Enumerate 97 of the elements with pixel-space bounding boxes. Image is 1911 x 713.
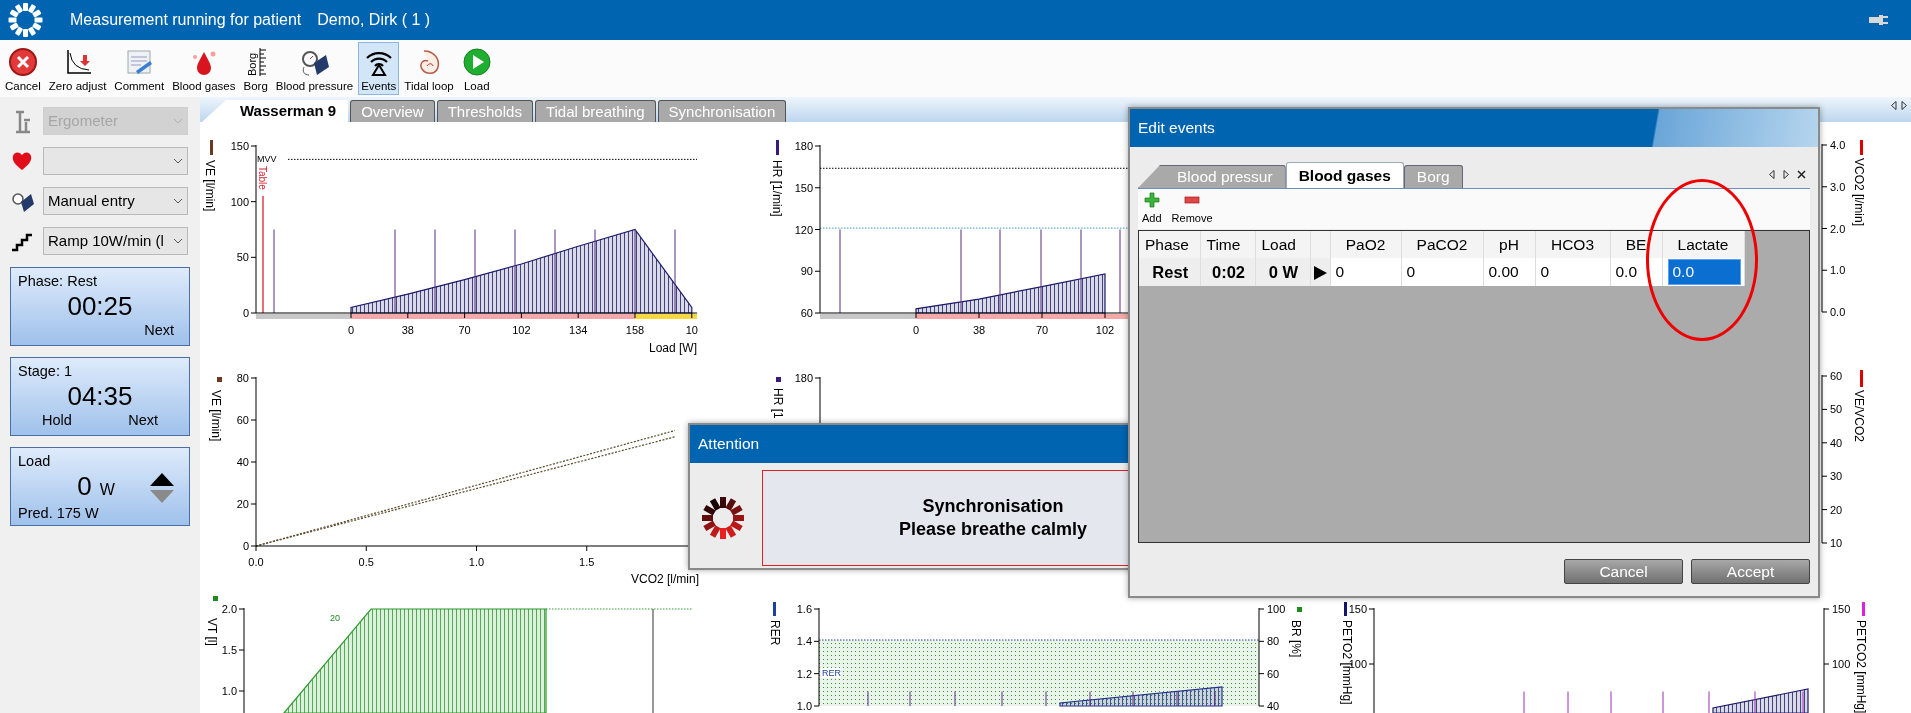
table-cell: 0:02 (1200, 258, 1255, 286)
message-heading: Synchronisation (922, 494, 1064, 518)
axis-tick-label: 150 (794, 181, 813, 194)
axis-tick-label: 150 (1832, 603, 1851, 615)
axis-title: VE [l/min] (203, 160, 217, 212)
axis-tick-label: 50 (236, 251, 249, 264)
axis-tick-label: 1.5 (221, 644, 237, 656)
axis-tick-label: 20 (1830, 503, 1843, 516)
axis-tick-label: 38 (401, 324, 414, 336)
column-header: Time (1200, 231, 1255, 258)
axis-tick-label: 100 (1832, 658, 1851, 670)
timer-value: 04:35 (66, 382, 134, 411)
dialog-title: Edit events (1130, 109, 1818, 147)
axis-tick-label: 20 (236, 498, 249, 510)
table-cell: 0 W (1255, 258, 1310, 286)
axis-tick-label: 1.0 (221, 685, 237, 697)
axis-tick-label: 0 (347, 324, 355, 336)
column-header: BE (1610, 231, 1662, 258)
line-label: MVV (257, 154, 277, 165)
axis-tick-label: 80 (236, 372, 249, 384)
axis-tick-label: 0 (242, 540, 249, 552)
column-header: Lactate (1662, 231, 1744, 258)
axis-title: VE [l/min] (209, 390, 223, 442)
axis-tick-label: 2.0 (1830, 222, 1846, 235)
axis-tick-label: 90 (800, 265, 813, 278)
axis-tick-label: 40 (1267, 700, 1280, 712)
timer-value: 00:25 (66, 292, 134, 321)
axis-tick-label: 100 (230, 195, 249, 208)
table-cell: Rest (1139, 258, 1200, 286)
axis-tick-label: 10 (1830, 537, 1843, 549)
message-text: Please breathe calmly (898, 518, 1088, 541)
axis-title: VCO2 [l/min] (1852, 158, 1866, 226)
axis-tick-label: 1.5 (579, 556, 595, 568)
axis-title: HR [1/min] (770, 160, 784, 217)
column-header: Load (1255, 231, 1310, 258)
axis-title: RER (770, 620, 782, 646)
axis-tick-label: 60 (1830, 370, 1843, 382)
axis-tick-label: 102 (512, 324, 531, 336)
axis-tick-label: 102 (1095, 324, 1115, 336)
axis-tick-label: 70 (458, 324, 471, 336)
axis-title: VT [l] (205, 618, 219, 646)
axis-tick-label: 158 (625, 324, 645, 336)
axis-title: VE/VCO2 (1852, 390, 1866, 443)
axis-tick-label: 60 (236, 414, 249, 426)
axis-tick-label: 60 (1267, 667, 1280, 680)
axis-tick-label: 3.0 (1830, 180, 1846, 193)
axis-tick-label: 1.0 (1830, 264, 1846, 277)
axis-tick-label: 0.0 (1830, 306, 1846, 318)
axis-tick-label: 40 (236, 456, 249, 468)
axis-tick-label: 50 (1830, 403, 1843, 416)
column-header: Phase (1139, 231, 1200, 258)
axis-tick-label: 150 (1348, 603, 1367, 615)
patient-name: Demo, Dirk ( 1 ) (317, 10, 431, 30)
timer-title: Phase: Rest (18, 272, 98, 291)
unit-label: W (99, 480, 115, 501)
marker-label: Table (257, 166, 268, 190)
window-title: Measurement running for patient (70, 10, 302, 30)
axis-title: HR [1 (771, 388, 785, 419)
axis-tick-label: 134 (569, 324, 588, 336)
axis-tick-label: 150 (230, 140, 249, 152)
column-header: PaCO2 (1401, 231, 1483, 258)
axis-title: Load [W] (648, 341, 697, 355)
axis-tick-label: 0.0 (248, 556, 264, 568)
load-value: 0 (77, 473, 92, 501)
axis-tick-label: 1.0 (468, 556, 485, 568)
column-header: PaO2 (1330, 231, 1401, 258)
axis-title: PETCO2 [mmHg] (1854, 620, 1868, 713)
axis-tick-label: 180 (794, 140, 813, 152)
axis-tick-label: 40 (1830, 436, 1843, 449)
axis-tick-label: 38 (972, 324, 986, 336)
axis-tick-label: 80 (1267, 635, 1280, 648)
predicted-load: Pred. 175 W (18, 503, 100, 523)
axis-tick-label: 1.0 (796, 700, 812, 712)
axis-tick-label: 0.5 (358, 556, 374, 568)
axis-tick-label: 0 (912, 324, 920, 336)
axis-tick-label: 60 (800, 307, 813, 319)
axis-title: BR [%] (1289, 620, 1303, 658)
chart-label: 20 (330, 613, 340, 623)
axis-tick-label: 0 (242, 307, 249, 319)
axis-tick-label: 1.4 (796, 635, 812, 648)
axis-tick-label: 10 (685, 324, 698, 336)
axis-tick-label: 100 (1267, 603, 1286, 615)
column-header: HCO3 (1535, 231, 1610, 258)
load-title: Load (18, 452, 52, 471)
axis-tick-label: 4.0 (1830, 139, 1846, 151)
axis-tick-label: 1.6 (796, 603, 812, 615)
axis-title: VCO2 [l/min] (631, 572, 699, 586)
axis-tick-label: 1.2 (796, 667, 812, 680)
column-header: pH (1483, 231, 1535, 258)
axis-tick-label: 180 (794, 372, 813, 384)
axis-tick-label: 70 (1035, 324, 1049, 336)
axis-tick-label: 120 (794, 223, 813, 236)
chart-label: RER (822, 668, 841, 678)
timer-title: Stage: 1 (18, 362, 73, 381)
icon-label: Borg (245, 53, 258, 77)
axis-tick-label: 2.0 (221, 603, 237, 615)
axis-tick-label: 30 (1830, 470, 1843, 483)
